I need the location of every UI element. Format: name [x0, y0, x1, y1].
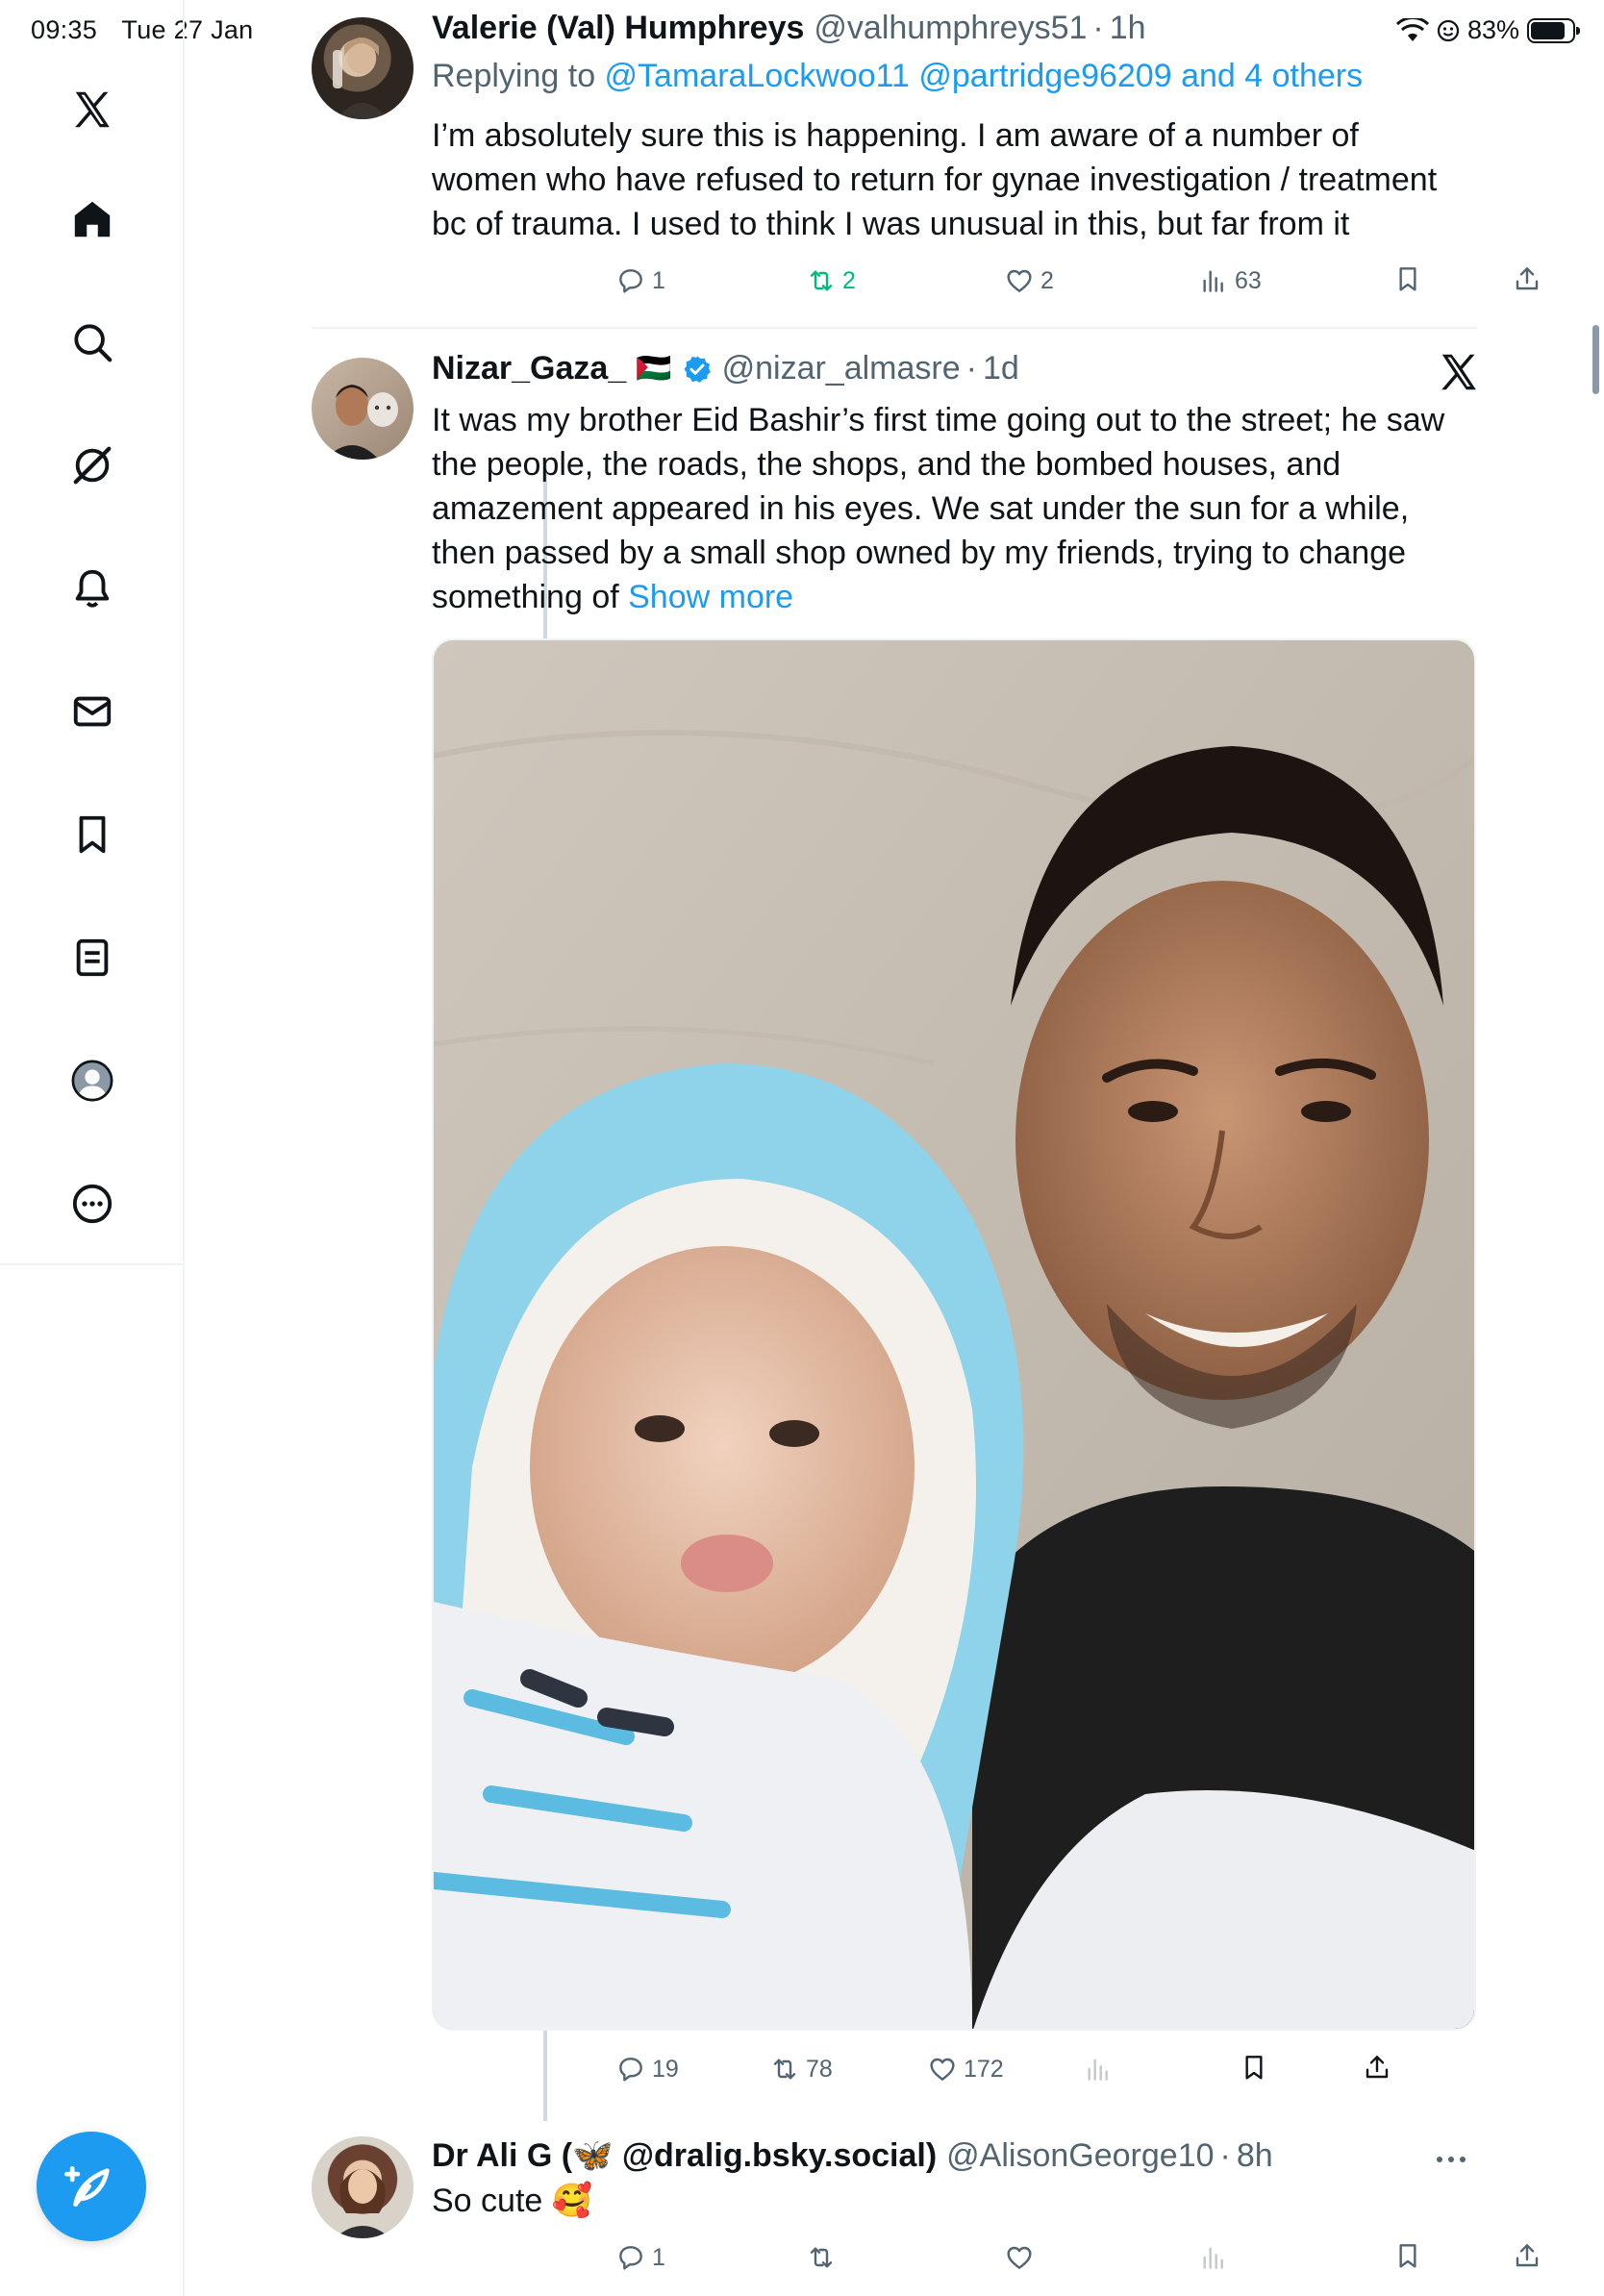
author-name[interactable]: Dr Ali G (🦋 @dralig.bsky.social) — [432, 2136, 937, 2175]
tweet-text: It was my brother Eid Bashir’s first tim… — [432, 398, 1480, 619]
like-count: 172 — [964, 2055, 1004, 2083]
separator-dot: · — [1219, 2136, 1231, 2174]
views-icon — [1203, 270, 1223, 292]
tweet-photo[interactable] — [432, 638, 1476, 2031]
share-button[interactable] — [1512, 263, 1542, 294]
timestamp[interactable]: 1d — [983, 350, 1019, 387]
more-icon[interactable] — [63, 1175, 121, 1233]
heart-icon — [1007, 269, 1032, 292]
separator-dot: · — [965, 350, 977, 387]
reply-icon — [619, 269, 642, 293]
grok-icon[interactable] — [63, 437, 121, 494]
bookmark-icon — [1399, 267, 1416, 291]
tweet-text: So cute 🥰 — [432, 2183, 593, 2219]
bookmarks-icon[interactable] — [63, 806, 121, 863]
timestamp[interactable]: 1h — [1110, 10, 1146, 47]
views-icon — [1088, 2059, 1108, 2081]
share-icon — [1366, 2056, 1389, 2079]
sidebar-divider — [0, 1263, 185, 1265]
views-icon — [1203, 2247, 1223, 2269]
profile-icon[interactable] — [63, 1052, 121, 1110]
home-icon[interactable] — [63, 190, 121, 248]
author-name[interactable]: Nizar_Gaza_ — [432, 350, 626, 387]
reply-count: 1 — [652, 266, 665, 294]
retweet-count: 2 — [842, 266, 856, 294]
share-button[interactable] — [1362, 2052, 1392, 2083]
more-dots-icon — [1437, 2157, 1466, 2162]
heart-icon — [1007, 2246, 1032, 2269]
author-handle[interactable]: @valhumphreys51 — [814, 10, 1087, 47]
reply-icon — [619, 2246, 642, 2270]
lists-icon[interactable] — [63, 929, 121, 986]
reply-count: 1 — [652, 2243, 665, 2271]
retweet-button[interactable] — [806, 2242, 837, 2273]
show-more-link[interactable]: Show more — [628, 579, 793, 615]
search-icon[interactable] — [63, 313, 121, 371]
separator-dot: · — [1092, 10, 1104, 46]
reply-icon — [619, 2058, 642, 2082]
author-name[interactable]: Valerie (Val) Humphreys — [432, 10, 804, 47]
author-handle[interactable]: @AlisonGeorge10 — [946, 2137, 1214, 2175]
x-logo-icon — [1441, 354, 1476, 390]
compose-button[interactable] — [37, 2132, 146, 2241]
more-options-button[interactable] — [1435, 2136, 1467, 2174]
tweet-divider — [312, 327, 1477, 329]
retweet-count: 78 — [806, 2055, 833, 2083]
verified-badge-icon — [683, 355, 711, 383]
heart-icon — [930, 2058, 955, 2081]
bookmark-button[interactable] — [1392, 2240, 1423, 2271]
replying-to-label: Replying to — [432, 58, 605, 94]
retweet-button[interactable]: 78 — [769, 2054, 833, 2084]
bookmark-button[interactable] — [1392, 263, 1423, 294]
flag-emoji: 🇵🇸 — [636, 353, 672, 385]
tweet-text: I’m absolutely sure this is happening. I… — [432, 117, 1438, 242]
reply-button[interactable]: 19 — [615, 2054, 679, 2084]
timestamp[interactable]: 8h — [1237, 2137, 1273, 2175]
like-count: 2 — [1040, 266, 1054, 294]
retweet-icon — [810, 2247, 833, 2268]
share-icon — [1516, 267, 1539, 290]
notifications-icon[interactable] — [63, 560, 121, 617]
like-button[interactable]: 172 — [927, 2054, 1004, 2084]
scrollbar[interactable] — [1592, 325, 1599, 394]
bookmark-button[interactable] — [1239, 2052, 1269, 2083]
share-icon — [1516, 2244, 1539, 2267]
like-button[interactable] — [1004, 2242, 1035, 2273]
compose-icon — [64, 2166, 110, 2207]
reply-button[interactable]: 1 — [615, 2242, 665, 2273]
replying-to: Replying to @TamaraLockwoo11 @partridge9… — [432, 58, 1363, 95]
messages-icon[interactable] — [63, 683, 121, 740]
views-button[interactable] — [1083, 2054, 1114, 2084]
views-count: 63 — [1235, 266, 1262, 294]
bookmark-icon — [1399, 2244, 1416, 2268]
avatar[interactable] — [312, 358, 414, 460]
share-button[interactable] — [1512, 2240, 1542, 2271]
x-logo-icon[interactable] — [63, 81, 121, 138]
reply-button[interactable]: 1 — [615, 265, 665, 296]
sidebar — [0, 0, 185, 2296]
avatar[interactable] — [312, 17, 414, 119]
replying-to-links[interactable]: @TamaraLockwoo11 @partridge96209 and 4 o… — [605, 58, 1364, 94]
avatar[interactable] — [312, 2136, 414, 2238]
retweet-icon — [810, 270, 833, 291]
like-button[interactable]: 2 — [1004, 265, 1054, 296]
views-button[interactable] — [1198, 2242, 1229, 2273]
reply-count: 19 — [652, 2055, 679, 2083]
retweet-button[interactable]: 2 — [806, 265, 856, 296]
views-button[interactable]: 63 — [1198, 265, 1262, 296]
author-handle[interactable]: @nizar_almasre — [722, 350, 961, 387]
bookmark-icon — [1245, 2056, 1263, 2080]
tweet-text-body: It was my brother Eid Bashir’s first tim… — [432, 402, 1445, 615]
retweet-icon — [773, 2059, 796, 2080]
timeline: Valerie (Val) Humphreys @valhumphreys51 … — [185, 0, 1604, 2296]
